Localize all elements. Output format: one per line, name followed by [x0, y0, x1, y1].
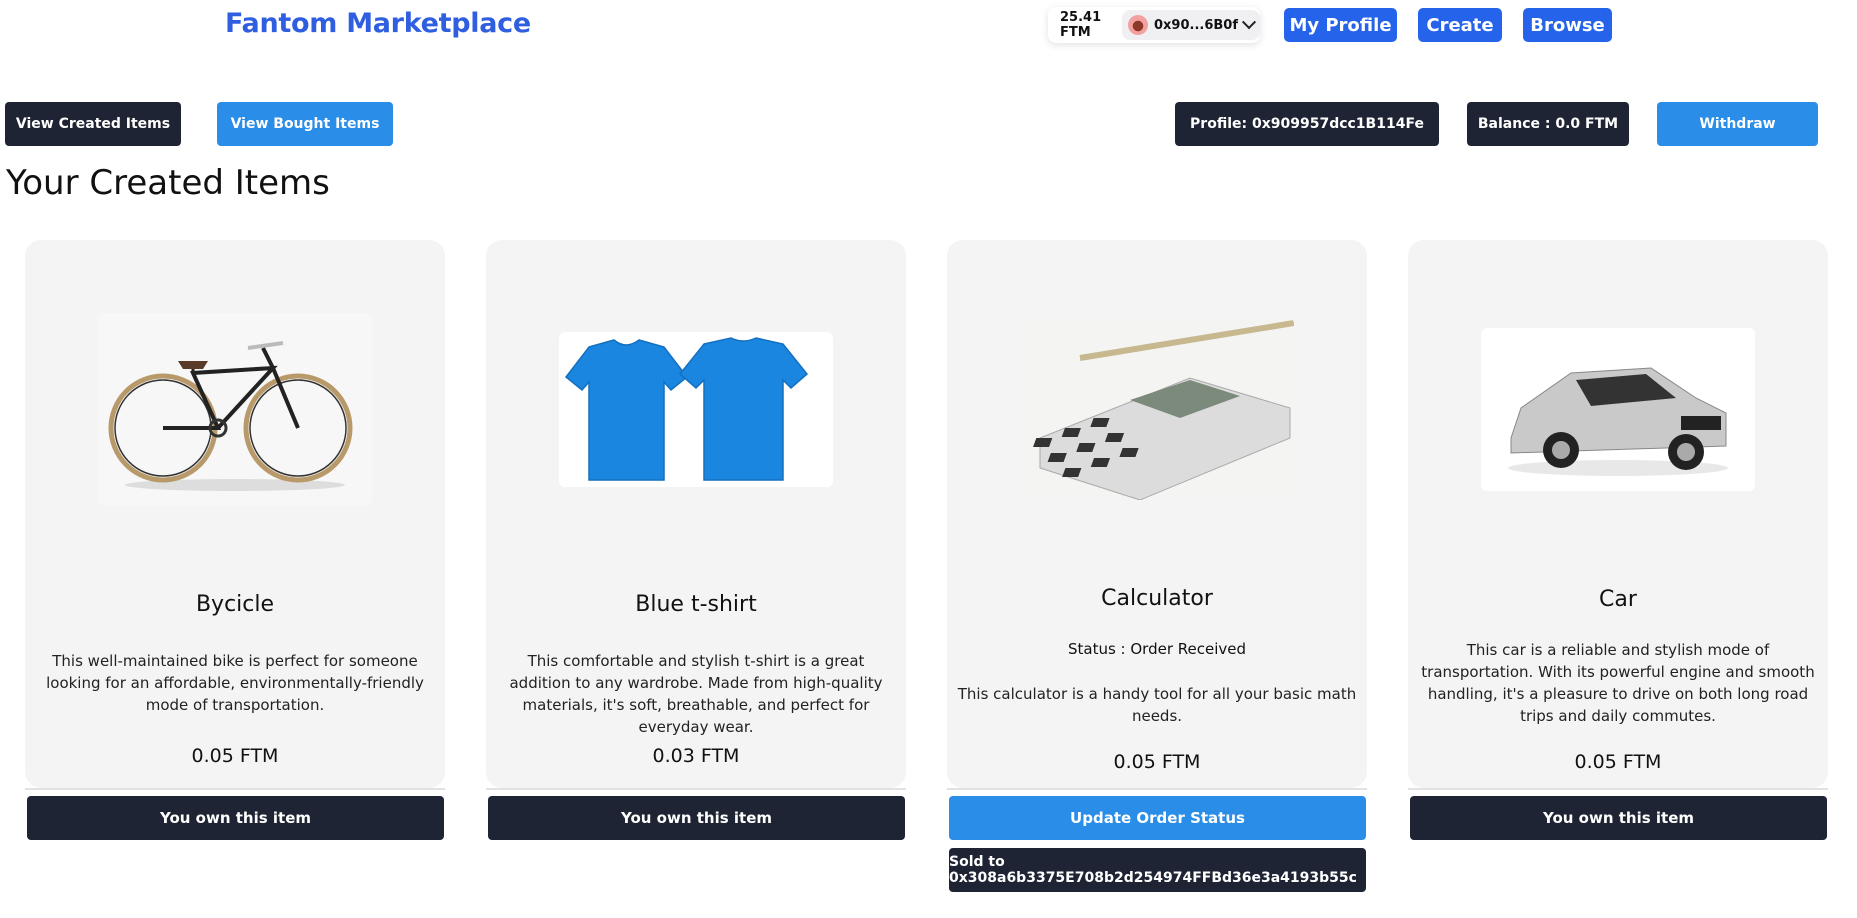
view-bought-items-button[interactable]: View Bought Items: [217, 102, 393, 146]
item-image-bicycle: [98, 313, 372, 506]
item-title: Car: [1599, 587, 1637, 612]
wallet-balance: 25.41 FTM: [1060, 10, 1102, 40]
browse-button[interactable]: Browse: [1523, 8, 1612, 42]
item-card: Calculator Status : Order Received This …: [947, 240, 1367, 790]
item-title: Blue t-shirt: [635, 592, 757, 617]
wallet-address: 0x90...6B0f: [1154, 17, 1238, 33]
chevron-down-icon: [1241, 15, 1257, 30]
item-description: This calculator is a handy tool for all …: [957, 685, 1357, 725]
item-price: 0.03 FTM: [652, 745, 740, 767]
order-status: Status : Order Received: [1067, 640, 1247, 658]
sold-to-badge: Sold to 0x308a6b3375E708b2d254974FFBd36e…: [949, 848, 1366, 892]
item-card: Car This car is a reliable and stylish m…: [1408, 240, 1828, 790]
item-price: 0.05 FTM: [1113, 751, 1201, 773]
my-profile-button[interactable]: My Profile: [1284, 8, 1397, 42]
item-image-calculator: [1020, 318, 1294, 500]
divider: [25, 788, 445, 790]
withdraw-button[interactable]: Withdraw: [1657, 102, 1818, 146]
wallet-account-button[interactable]: 0x90...6B0f: [1122, 10, 1260, 40]
own-item-button[interactable]: You own this item: [27, 796, 444, 840]
profile-address-badge: Profile: 0x909957dcc1B114Fe: [1175, 102, 1439, 146]
item-title: Calculator: [1101, 586, 1213, 611]
brand-title[interactable]: Fantom Marketplace: [225, 8, 531, 39]
own-item-button[interactable]: You own this item: [1410, 796, 1827, 840]
item-description: This comfortable and stylish t-shirt is …: [509, 652, 883, 736]
view-created-items-button[interactable]: View Created Items: [5, 102, 181, 146]
item-description: This car is a reliable and stylish mode …: [1421, 641, 1815, 725]
item-card: Bycicle This well-maintained bike is per…: [25, 240, 445, 790]
divider: [947, 788, 1367, 790]
create-button[interactable]: Create: [1418, 8, 1502, 42]
item-title: Bycicle: [195, 592, 275, 617]
item-price: 0.05 FTM: [191, 745, 279, 767]
item-description: This well-maintained bike is perfect for…: [46, 652, 424, 714]
wallet-widget[interactable]: 25.41 FTM 0x90...6B0f: [1048, 7, 1260, 43]
divider: [486, 788, 906, 790]
own-item-button[interactable]: You own this item: [488, 796, 905, 840]
item-price: 0.05 FTM: [1574, 751, 1662, 773]
avatar: [1128, 15, 1148, 35]
update-order-status-button[interactable]: Update Order Status: [949, 796, 1366, 840]
page-title: Your Created Items: [6, 163, 330, 203]
item-card: Blue t-shirt This comfortable and stylis…: [486, 240, 906, 790]
item-image-car: [1481, 328, 1755, 491]
balance-badge: Balance : 0.0 FTM: [1467, 102, 1629, 146]
item-image-tshirt: [559, 332, 833, 487]
divider: [1408, 788, 1828, 790]
